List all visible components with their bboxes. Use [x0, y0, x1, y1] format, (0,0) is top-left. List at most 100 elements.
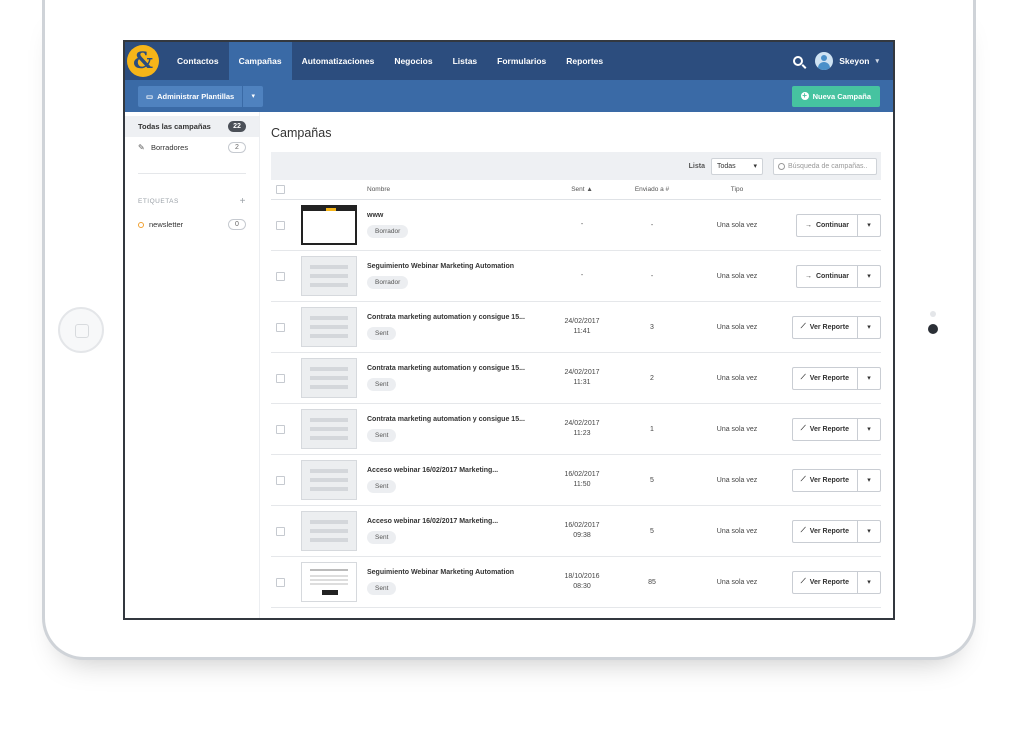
campaign-thumbnail[interactable] [301, 562, 357, 602]
sent-time: 08:30 [573, 583, 591, 590]
table-row[interactable]: Contrata marketing automation y consigue… [271, 302, 881, 353]
row-action-dropdown[interactable]: ▾ [858, 368, 880, 389]
add-tag-icon[interactable]: + [240, 196, 246, 207]
row-checkbox[interactable] [276, 373, 285, 383]
campaign-name[interactable]: Contrata marketing automation y consigue… [367, 416, 547, 423]
nav-item-formularios[interactable]: Formularios [487, 42, 556, 80]
campaign-name[interactable]: Acceso webinar 16/02/2017 Marketing... [367, 467, 547, 474]
status-badge: Borrador [367, 276, 409, 289]
view-report-button[interactable]: ⟋ Ver Reporte [793, 520, 858, 542]
chart-icon: ⟋ [800, 425, 806, 432]
row-checkbox[interactable] [276, 577, 285, 587]
row-checkbox[interactable] [276, 220, 285, 230]
view-report-button[interactable]: ⟋ Ver Reporte [793, 571, 858, 593]
nav-item-automatizaciones[interactable]: Automatizaciones [292, 42, 385, 80]
nav-item-reportes[interactable]: Reportes [556, 42, 613, 80]
campaign-name[interactable]: Contrata marketing automation y consigue… [367, 365, 547, 372]
nav-item-contactos[interactable]: Contactos [167, 42, 229, 80]
column-name[interactable]: Nombre [367, 186, 547, 193]
pencil-icon: ✎ [138, 143, 145, 152]
view-report-button[interactable]: ⟋ Ver Reporte [793, 418, 858, 440]
page-title: Campañas [271, 126, 332, 140]
sidebar-item-label: Borradores [151, 143, 189, 152]
row-action-dropdown[interactable]: ▾ [858, 317, 880, 338]
sent-to-count: 85 [648, 578, 656, 586]
column-sent-to[interactable]: Enviado a # [617, 186, 687, 193]
row-action-group: ⟋ Ver Reporte ▾ [791, 519, 881, 543]
plus-icon: + [800, 91, 809, 100]
nav-item-campañas[interactable]: Campañas [228, 42, 292, 80]
chevron-down-icon: ▾ [753, 163, 757, 170]
status-badge: Sent [367, 327, 397, 340]
list-filter-select[interactable]: Todas ▾ [711, 157, 763, 175]
campaign-name[interactable]: Seguimiento Webinar Marketing Automation [367, 569, 547, 576]
row-action-dropdown[interactable]: ▾ [858, 572, 880, 593]
main-panel: Campañas Lista Todas ▾ Búsqueda de campa… [260, 112, 893, 618]
row-action-dropdown[interactable]: ▾ [858, 521, 880, 542]
row-action-dropdown[interactable]: ▾ [858, 470, 880, 491]
nav-item-listas[interactable]: Listas [443, 42, 488, 80]
sidebar-item-all[interactable]: Todas las campañas 22 [125, 116, 259, 137]
sidebar-item-tag-newsletter[interactable]: newsletter 0 [125, 214, 259, 235]
campaign-name[interactable]: www [367, 212, 547, 219]
search-icon[interactable] [793, 56, 804, 66]
campaign-name[interactable]: Seguimiento Webinar Marketing Automation [367, 263, 547, 270]
row-action-dropdown[interactable]: ▾ [858, 419, 880, 440]
sidebar-item-drafts[interactable]: ✎ Borradores 2 [125, 137, 259, 158]
row-checkbox[interactable] [276, 475, 285, 485]
view-report-button[interactable]: ⟋ Ver Reporte [793, 469, 858, 491]
sent-date: 24/02/2017 [564, 318, 600, 325]
row-action-group: ⟋ Ver Reporte ▾ [791, 315, 881, 339]
action-label: Continuar [815, 221, 849, 229]
row-checkbox[interactable] [276, 424, 285, 434]
table-row[interactable]: www Borrador - - Una sola vez → Continua… [271, 200, 881, 251]
row-checkbox[interactable] [276, 271, 285, 281]
user-menu[interactable]: Skeyon ▾ [815, 52, 879, 70]
table-row[interactable]: Acceso webinar 16/02/2017 Marketing... S… [271, 455, 881, 506]
nav-item-negocios[interactable]: Negocios [384, 42, 442, 80]
campaign-thumbnail[interactable] [301, 307, 357, 347]
campaign-thumbnail[interactable] [301, 511, 357, 551]
column-sent[interactable]: Sent ▲ [547, 186, 617, 193]
status-badge: Sent [367, 480, 397, 493]
campaign-thumbnail[interactable] [301, 460, 357, 500]
row-checkbox[interactable] [276, 322, 285, 332]
table-row[interactable]: Seguimiento Webinar Marketing Automation… [271, 251, 881, 302]
arrow-right-icon: → [804, 221, 812, 229]
campaign-name[interactable]: Acceso webinar 16/02/2017 Marketing... [367, 518, 547, 525]
table-row[interactable]: Seguimiento Webinar Marketing Automation… [271, 557, 881, 608]
admin-templates-dropdown[interactable]: ▾ [243, 85, 264, 107]
campaign-thumbnail[interactable] [301, 409, 357, 449]
admin-templates-button[interactable]: ▭ Administrar Plantillas [138, 85, 243, 107]
view-report-button[interactable]: ⟋ Ver Reporte [793, 316, 858, 338]
row-action-group: ⟋ Ver Reporte ▾ [791, 417, 881, 441]
select-all-checkbox[interactable] [276, 185, 285, 194]
new-campaign-label: Nueva Campaña [812, 91, 871, 101]
brand-logo[interactable]: & [127, 45, 159, 77]
row-action-dropdown[interactable]: ▾ [858, 266, 880, 287]
action-label: Ver Reporte [809, 323, 849, 331]
continue-button[interactable]: → Continuar [797, 214, 858, 236]
nav-menu: Contactos Campañas Automatizaciones Negocio… [167, 42, 613, 80]
row-checkbox[interactable] [276, 526, 285, 536]
row-action-dropdown[interactable]: ▾ [858, 215, 880, 236]
campaign-search-input[interactable]: Búsqueda de campañas.. [773, 157, 877, 175]
content-area: Todas las campañas 22 ✎ Borradores 2 ETI… [125, 112, 893, 618]
table-row[interactable]: Contrata marketing automation y consigue… [271, 404, 881, 455]
view-report-button[interactable]: ⟋ Ver Reporte [793, 367, 858, 389]
campaign-type: Una sola vez [716, 221, 758, 229]
continue-button[interactable]: → Continuar [797, 265, 858, 287]
campaign-thumbnail[interactable] [301, 205, 357, 245]
campaign-thumbnail[interactable] [301, 358, 357, 398]
table-row[interactable]: Contrata marketing automation y consigue… [271, 353, 881, 404]
table-row[interactable]: Acceso webinar 16/02/2017 Marketing... S… [271, 506, 881, 557]
tag-icon [138, 221, 144, 228]
new-campaign-button[interactable]: + Nueva Campaña [791, 85, 880, 107]
row-action-group: → Continuar ▾ [795, 264, 881, 288]
campaign-name[interactable]: Contrata marketing automation y consigue… [367, 314, 547, 321]
row-action-group: ⟋ Ver Reporte ▾ [791, 570, 881, 594]
column-type[interactable]: Tipo [687, 186, 787, 193]
search-icon [778, 162, 785, 170]
campaign-thumbnail[interactable] [301, 256, 357, 296]
action-label: Continuar [815, 272, 849, 280]
